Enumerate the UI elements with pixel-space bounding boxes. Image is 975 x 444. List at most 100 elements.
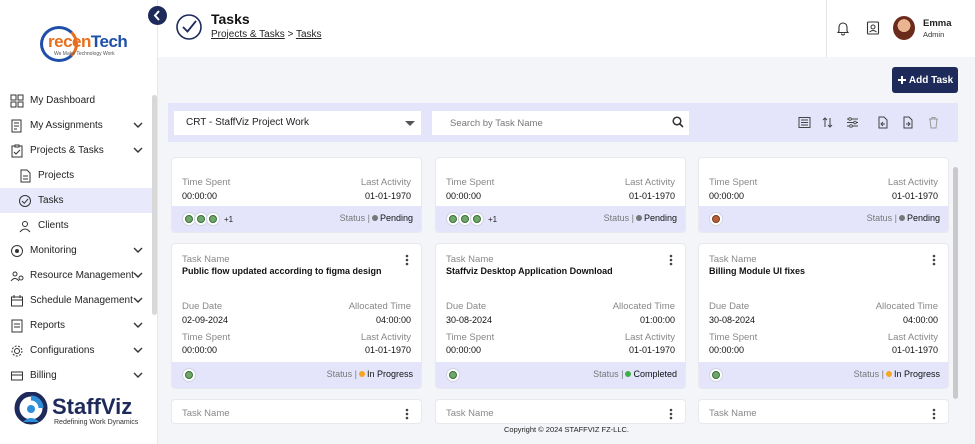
assignments-icon [10, 119, 24, 133]
chevron-down-icon[interactable] [132, 294, 144, 306]
sidebar-item-billing[interactable]: Billing [0, 363, 152, 388]
assignee-avatars[interactable] [709, 367, 723, 383]
chevron-down-icon[interactable] [132, 119, 144, 131]
task-card[interactable]: Task Name [435, 399, 686, 424]
last-activity-label: Last Activity [887, 177, 938, 188]
task-card[interactable]: Task Name Public flow updated according t… [171, 243, 422, 389]
task-search-input[interactable] [432, 111, 689, 135]
time-spent-value: 00:00:00 [709, 191, 745, 201]
breadcrumb-projects-tasks[interactable]: Projects & Tasks [211, 29, 285, 40]
status-value: Pending [643, 213, 677, 223]
chevron-down-icon[interactable] [132, 369, 144, 381]
sidebar-item-reports[interactable]: Reports [0, 313, 152, 338]
task-name-value[interactable]: Billing Module UI fixes [709, 266, 805, 276]
allocated-time-value: 04:00:00 [902, 315, 938, 325]
kebab-menu-icon[interactable] [405, 407, 409, 420]
assignee-avatars[interactable]: +1 [446, 211, 497, 227]
status-label: Status | [853, 369, 884, 379]
add-task-button[interactable]: Add Task [892, 67, 958, 93]
chevron-down-icon[interactable] [132, 144, 144, 156]
sidebar-item-monitoring[interactable]: Monitoring [0, 238, 152, 263]
breadcrumb-tasks[interactable]: Tasks [296, 29, 322, 40]
main-scrollbar[interactable] [953, 167, 958, 399]
task-card[interactable]: Task Name [171, 399, 422, 424]
assignee-avatars[interactable] [446, 367, 460, 383]
task-name-label: Task Name [446, 254, 494, 265]
export-icon[interactable] [901, 116, 914, 129]
last-activity-label: Last Activity [360, 177, 411, 188]
status-value: Pending [906, 213, 940, 223]
sidebar-item-configurations[interactable]: Configurations [0, 338, 152, 363]
chevron-down-icon[interactable] [132, 244, 144, 256]
kebab-menu-icon[interactable] [669, 407, 673, 420]
due-date-value: 30-08-2024 [709, 315, 756, 325]
kebab-menu-icon[interactable] [405, 253, 409, 266]
task-card[interactable]: Task Name Billing Module UI fixes Due Date… [698, 243, 949, 389]
chevron-down-icon[interactable] [132, 269, 144, 281]
kebab-menu-icon[interactable] [932, 253, 936, 266]
assignee-avatar[interactable] [709, 368, 723, 382]
brand-tagline: Redefining Work Dynamics [54, 419, 139, 426]
sidebar-item-schedule-management[interactable]: Schedule Management [0, 288, 152, 313]
sidebar-item-label: My Dashboard [30, 95, 96, 106]
task-name-value[interactable]: Staffviz Desktop Application Download [446, 266, 613, 276]
kebab-menu-icon[interactable] [669, 253, 673, 266]
task-card[interactable]: Task Name [698, 399, 949, 424]
sidebar-item-clients[interactable]: Clients [0, 213, 152, 238]
sidebar-item-label: Reports [30, 320, 66, 331]
brand-name: StaffViz [52, 394, 133, 419]
more-assignees-count[interactable]: +1 [224, 215, 233, 224]
card-footer: Status | Pending [699, 206, 948, 232]
time-spent-label: Time Spent [709, 177, 758, 188]
bell-icon[interactable] [835, 20, 851, 36]
sidebar-item-my-assignments[interactable]: My Assignments [0, 113, 152, 138]
chevron-down-icon[interactable] [132, 344, 144, 356]
assignee-avatars[interactable] [709, 211, 723, 227]
sidebar-scrollbar[interactable] [152, 95, 157, 315]
billing-icon [10, 369, 24, 383]
add-task-label: Add Task [908, 74, 954, 86]
kebab-menu-icon[interactable] [932, 407, 936, 420]
user-avatar[interactable] [893, 16, 915, 40]
sidebar-item-projects[interactable]: Projects [0, 163, 152, 188]
sidebar-collapse-button[interactable] [148, 6, 167, 25]
trash-icon[interactable] [927, 116, 940, 129]
sidebar-item-label: Resource Management [30, 270, 134, 281]
task-card[interactable]: Time Spent Last Activity 00:00:00 01-01-197… [435, 157, 686, 233]
project-select[interactable]: CRT - StaffViz Project Work [174, 111, 421, 135]
assignee-avatar[interactable] [709, 212, 723, 226]
plus-icon [897, 76, 906, 84]
task-card[interactable]: Time Spent Last Activity 00:00:00 01-01-197… [171, 157, 422, 233]
sidebar-item-my-dashboard[interactable]: My Dashboard [0, 88, 152, 113]
task-card[interactable]: Time Spent Last Activity 00:00:00 01-01-197… [698, 157, 949, 233]
assignee-avatar[interactable] [182, 368, 196, 382]
assignee-avatar[interactable] [470, 212, 484, 226]
sidebar-item-resource-management[interactable]: Resource Management [0, 263, 152, 288]
list-view-icon[interactable] [798, 116, 811, 129]
import-icon[interactable] [876, 116, 889, 129]
status-badge: Status | Pending [867, 213, 940, 223]
sidebar-item-projects-tasks[interactable]: Projects & Tasks [0, 138, 152, 163]
assignee-avatar[interactable] [206, 212, 220, 226]
task-card[interactable]: Task Name Staffviz Desktop Application Do… [435, 243, 686, 389]
assignee-avatars[interactable]: +1 [182, 211, 233, 227]
search-icon[interactable] [672, 116, 684, 128]
top-header: Tasks Projects & Tasks > Tasks Emma Admi… [158, 0, 975, 57]
card-footer: +1 Status | Pending [436, 206, 685, 232]
avatar-image [209, 215, 217, 223]
task-name-value[interactable]: Public flow updated according to figma d… [182, 266, 382, 276]
status-label: Status | [603, 213, 634, 223]
sidebar-item-tasks[interactable]: Tasks [0, 188, 152, 213]
time-spent-label: Time Spent [446, 332, 495, 343]
sort-icon[interactable] [821, 116, 834, 129]
avatar-image [473, 215, 481, 223]
id-card-icon[interactable] [865, 20, 881, 36]
chevron-down-icon[interactable] [132, 319, 144, 331]
filter-sliders-icon[interactable] [846, 116, 859, 129]
more-assignees-count[interactable]: +1 [488, 215, 497, 224]
user-name[interactable]: Emma [923, 18, 952, 29]
assignee-avatars[interactable] [182, 367, 196, 383]
allocated-time-value: 04:00:00 [375, 315, 411, 325]
time-spent-label: Time Spent [182, 332, 231, 343]
assignee-avatar[interactable] [446, 368, 460, 382]
